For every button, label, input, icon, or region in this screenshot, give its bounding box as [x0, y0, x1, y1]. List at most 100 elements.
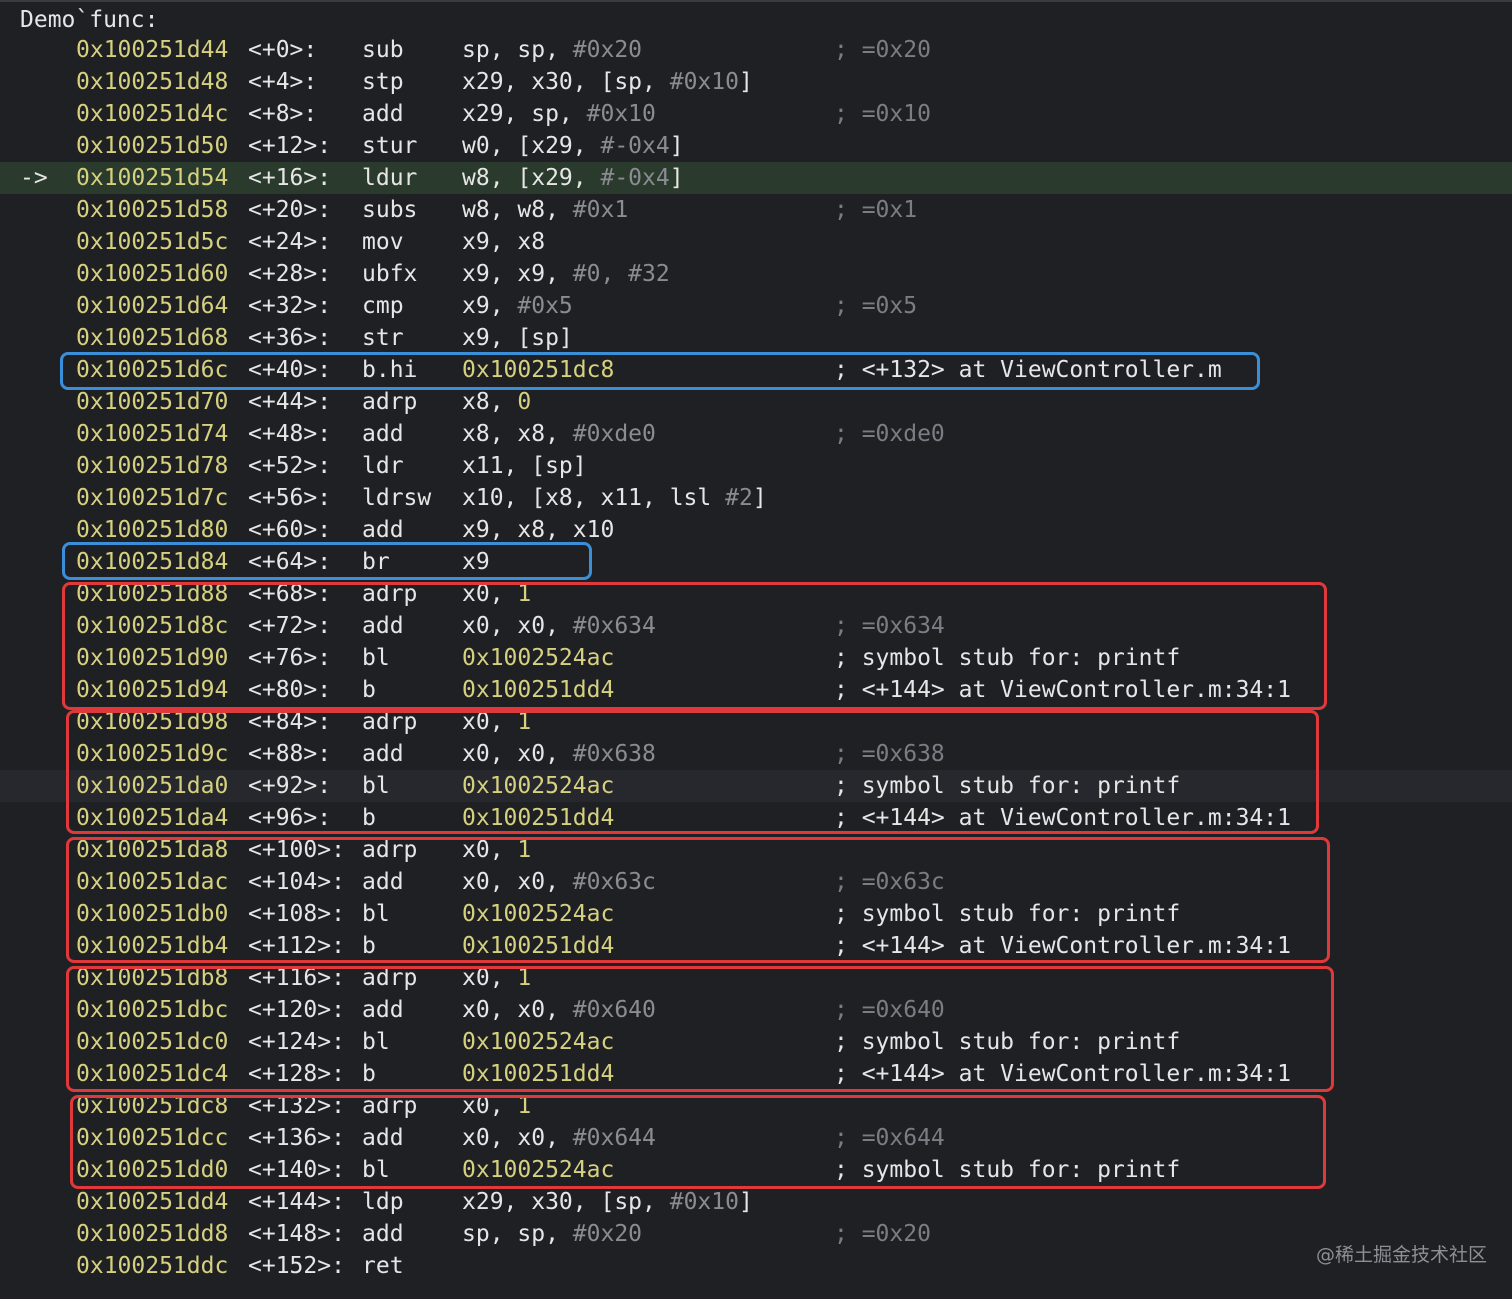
instruction-line[interactable]: 0x100251d64 <+32>: cmp x9, #0x5 ; =0x5 [0, 290, 1512, 322]
instruction-line[interactable]: 0x100251dd4 <+144>: ldp x29, x30, [sp, #0x1… [0, 1186, 1512, 1218]
instruction-address: 0x100251d60 [76, 261, 229, 287]
instruction-line[interactable]: 0x100251d74 <+48>: add x8, x8, #0xde0 ; =0xd… [0, 418, 1512, 450]
instruction-operands: sp, sp, #0x20 [462, 1218, 642, 1250]
operand-token: 0x100251dd4 [462, 1061, 615, 1087]
operand-token: 1 [517, 709, 532, 735]
instruction-comment: ; =0x644 [834, 1125, 945, 1151]
instruction-comment: ; =0x63c [834, 869, 945, 895]
operand-token: 1 [517, 965, 532, 991]
instruction-operands: x8, 0 [462, 386, 531, 418]
instruction-line[interactable]: 0x100251da8 <+100>: adrp x0, 1 [0, 834, 1512, 866]
instruction-offset: <+96>: [248, 805, 332, 831]
current-instruction-line[interactable]: -> 0x100251d54 <+16>: ldur w8, [x29, #-0x4] [0, 162, 1512, 194]
operand-token: x0, x0, [462, 997, 573, 1023]
instruction-address: 0x100251d70 [76, 389, 229, 415]
instruction-address: 0x100251d64 [76, 293, 229, 319]
instruction-line[interactable]: 0x100251db4 <+112>: b 0x100251dd4 ; <+144> a… [0, 930, 1512, 962]
instruction-line[interactable]: 0x100251dac <+104>: add x0, x0, #0x63c ; =0x… [0, 866, 1512, 898]
instruction-line[interactable]: 0x100251dd8 <+148>: add sp, sp, #0x20 ; =0x2… [0, 1218, 1512, 1250]
instruction-operands: sp, sp, #0x20 [462, 34, 642, 66]
instruction-line[interactable]: 0x100251dd0 <+140>: bl 0x1002524ac ; symbol … [0, 1154, 1512, 1186]
instruction-line[interactable]: 0x100251d70 <+44>: adrp x8, 0 [0, 386, 1512, 418]
instruction-mnemonic: ldr [362, 453, 404, 479]
operand-token: 1 [517, 1093, 532, 1119]
operand-token: 0x100251dd4 [462, 677, 615, 703]
instruction-line[interactable]: 0x100251d7c <+56>: ldrsw x10, [x8, x11, lsl… [0, 482, 1512, 514]
instruction-offset: <+20>: [248, 197, 332, 223]
instruction-line[interactable]: 0x100251d60 <+28>: ubfx x9, x9, #0, #32 [0, 258, 1512, 290]
operand-token: 0x100251dc8 [462, 357, 615, 383]
instruction-comment: ; symbol stub for: printf [834, 1029, 1181, 1055]
instruction-operands: x9 [462, 546, 490, 578]
instruction-address: 0x100251ddc [76, 1253, 229, 1279]
instruction-line[interactable]: 0x100251da0 <+92>: bl 0x1002524ac ; symbol s… [0, 770, 1512, 802]
instruction-comment: ; =0x20 [834, 1221, 931, 1247]
operand-token: x9, x8 [462, 229, 546, 255]
instruction-mnemonic: add [362, 741, 404, 767]
instruction-mnemonic: stp [362, 69, 404, 95]
instruction-line[interactable]: 0x100251d44 <+0>: sub sp, sp, #0x20 ; =0x20 [0, 34, 1512, 66]
instruction-line[interactable]: 0x100251d90 <+76>: bl 0x1002524ac ; symbol s… [0, 642, 1512, 674]
instruction-address: 0x100251d78 [76, 453, 229, 479]
instruction-offset: <+56>: [248, 485, 332, 511]
instruction-mnemonic: bl [362, 901, 390, 927]
instruction-comment: ; symbol stub for: printf [834, 773, 1181, 799]
instruction-address: 0x100251da8 [76, 837, 229, 863]
instruction-line[interactable]: 0x100251d5c <+24>: mov x9, x8 [0, 226, 1512, 258]
instruction-line[interactable]: 0x100251dc8 <+132>: adrp x0, 1 [0, 1090, 1512, 1122]
instruction-comment: ; =0x640 [834, 997, 945, 1023]
instruction-line[interactable]: 0x100251d48 <+4>: stp x29, x30, [sp, #0x10] [0, 66, 1512, 98]
operand-token: #0x20 [572, 1221, 643, 1247]
instruction-line[interactable]: 0x100251d98 <+84>: adrp x0, 1 [0, 706, 1512, 738]
instruction-line[interactable]: 0x100251dcc <+136>: add x0, x0, #0x644 ; =0x… [0, 1122, 1512, 1154]
instruction-line[interactable]: 0x100251dbc <+120>: add x0, x0, #0x640 ; =0x… [0, 994, 1512, 1026]
instruction-mnemonic: ldur [362, 165, 418, 191]
instruction-line[interactable]: 0x100251d9c <+88>: add x0, x0, #0x638 ; =0x6… [0, 738, 1512, 770]
instruction-line[interactable]: 0x100251d4c <+8>: add x29, sp, #0x10 ; =0x10 [0, 98, 1512, 130]
instruction-line[interactable]: 0x100251d6c <+40>: b.hi 0x100251dc8 ; <+132>… [0, 354, 1512, 386]
instruction-operands: 0x1002524ac [462, 642, 614, 674]
instruction-line[interactable]: 0x100251db8 <+116>: adrp x0, 1 [0, 962, 1512, 994]
instruction-offset: <+132>: [248, 1093, 345, 1119]
instruction-address: 0x100251db8 [76, 965, 229, 991]
instruction-operands: x8, x8, #0xde0 [462, 418, 656, 450]
instruction-operands: x0, x0, #0x638 [462, 738, 656, 770]
operand-token: x29, x30, [sp, [462, 69, 670, 95]
operand-token: 1 [517, 837, 532, 863]
instruction-line[interactable]: 0x100251d8c <+72>: add x0, x0, #0x634 ; =0x6… [0, 610, 1512, 642]
instruction-line[interactable]: 0x100251d80 <+60>: add x9, x8, x10 [0, 514, 1512, 546]
instruction-comment: ; =0x638 [834, 741, 945, 767]
instruction-mnemonic: ldrsw [362, 485, 432, 511]
instruction-line[interactable]: 0x100251d78 <+52>: ldr x11, [sp] [0, 450, 1512, 482]
instruction-line[interactable]: 0x100251d58 <+20>: subs w8, w8, #0x1 ; =0x1 [0, 194, 1512, 226]
instruction-offset: <+128>: [248, 1061, 345, 1087]
instruction-mnemonic: adrp [362, 837, 418, 863]
instruction-comment: ; =0xde0 [834, 421, 945, 447]
instruction-address: 0x100251dac [76, 869, 229, 895]
disassembly-listing[interactable]: 0x100251d44 <+0>: sub sp, sp, #0x20; =0x20 0… [0, 34, 1512, 1282]
instruction-line[interactable]: 0x100251dc4 <+128>: b 0x100251dd4 ; <+144> a… [0, 1058, 1512, 1090]
instruction-line[interactable]: 0x100251d50 <+12>: stur w0, [x29, #-0x4] [0, 130, 1512, 162]
instruction-address: 0x100251dcc [76, 1125, 229, 1151]
instruction-line[interactable]: 0x100251d88 <+68>: adrp x0, 1 [0, 578, 1512, 610]
instruction-comment: ; =0x634 [834, 613, 945, 639]
instruction-comment: ; <+144> at ViewController.m:34:1 [834, 1061, 1291, 1087]
instruction-line[interactable]: 0x100251ddc <+152>: ret [0, 1250, 1512, 1282]
instruction-address: 0x100251d54 [76, 165, 229, 191]
function-title: Demo`func: [20, 7, 159, 33]
instruction-line[interactable]: 0x100251d68 <+36>: str x9, [sp] [0, 322, 1512, 354]
instruction-line[interactable]: 0x100251d94 <+80>: b 0x100251dd4 ; <+144> at… [0, 674, 1512, 706]
instruction-line[interactable]: 0x100251dc0 <+124>: bl 0x1002524ac ; symbol … [0, 1026, 1512, 1058]
operand-token: ] [669, 165, 684, 191]
instruction-line[interactable]: 0x100251d84 <+64>: br x9 [0, 546, 1512, 578]
instruction-offset: <+68>: [248, 581, 332, 607]
watermark: @稀土掘金技术社区 [1316, 1244, 1488, 1266]
instruction-mnemonic: bl [362, 773, 390, 799]
operand-token: x0, [462, 709, 518, 735]
instruction-line[interactable]: 0x100251da4 <+96>: b 0x100251dd4 ; <+144> at… [0, 802, 1512, 834]
instruction-offset: <+60>: [248, 517, 332, 543]
operand-token: 0x1002524ac [462, 773, 615, 799]
instruction-operands: 0x1002524ac [462, 898, 614, 930]
instruction-comment: ; =0x20 [834, 37, 931, 63]
instruction-line[interactable]: 0x100251db0 <+108>: bl 0x1002524ac ; symbol … [0, 898, 1512, 930]
